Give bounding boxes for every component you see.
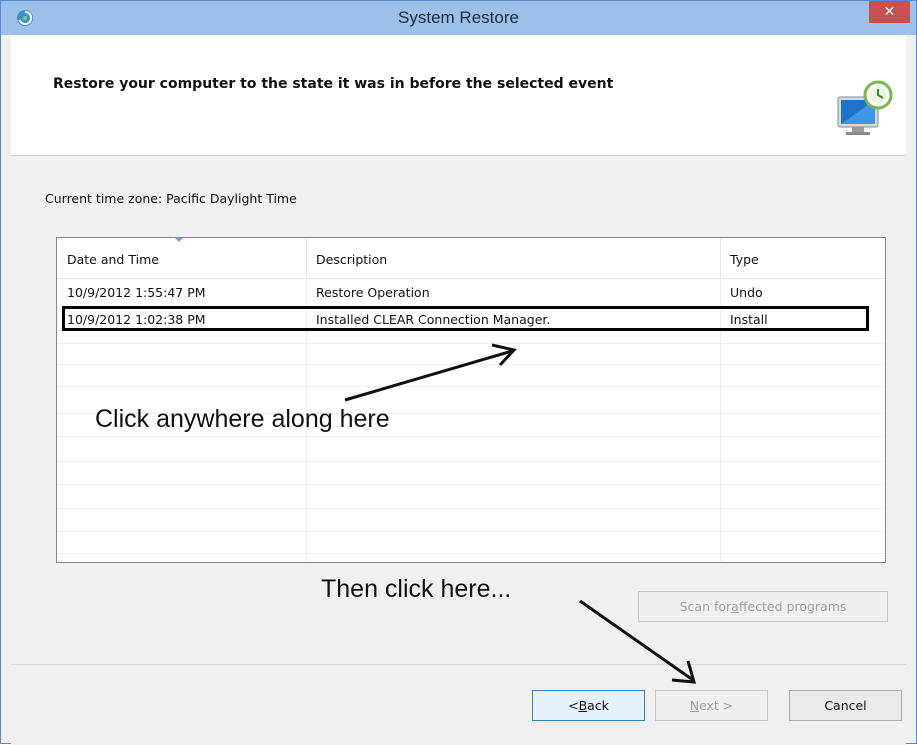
annotation-arrows: [344, 343, 697, 684]
cancel-button[interactable]: Cancel: [789, 690, 902, 721]
back-label-accel: B: [578, 698, 588, 713]
next-label-post: ext >: [699, 698, 734, 713]
cancel-label: Cancel: [824, 698, 867, 713]
scan-label-accel: a: [731, 599, 739, 614]
arrow-line: [344, 349, 513, 402]
scan-label-post: ffected programs: [738, 599, 847, 614]
scan-label-pre: Scan for: [679, 599, 732, 614]
next-button[interactable]: Next >: [655, 690, 768, 721]
back-label-pre: <: [568, 698, 579, 713]
back-button[interactable]: < Back: [532, 690, 645, 721]
scan-affected-programs-button[interactable]: Scan for a ffected programs: [638, 591, 888, 622]
back-label-post: ack: [587, 698, 609, 713]
next-label-accel: N: [689, 698, 700, 713]
